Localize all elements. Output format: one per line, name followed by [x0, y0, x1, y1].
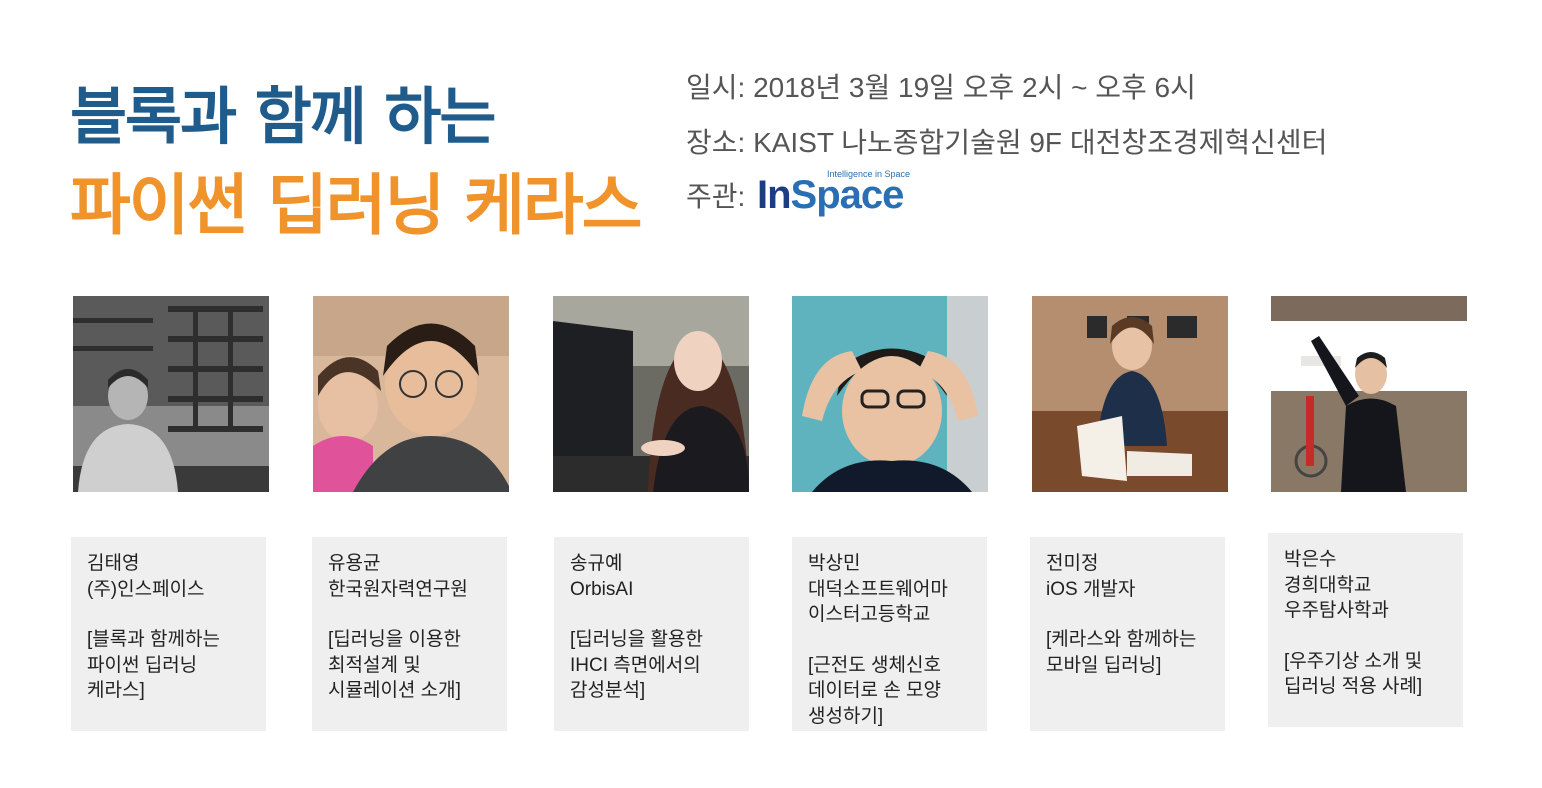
speaker-name: 박은수 — [1284, 549, 1337, 570]
speaker-name: 전미정 — [1046, 553, 1099, 574]
title-line-1: 블록과 함께 하는 — [70, 80, 496, 153]
speaker-talk-line: IHCI 측면에서의 — [570, 654, 701, 676]
speaker-card-3: 송규예 OrbisAI [딥러닝을 활용한 IHCI 측면에서의 감성분석] — [554, 537, 749, 731]
speaker-card-6: 박은수 경희대학교 우주탐사학과 [우주기상 소개 및 딥러닝 적용 사례] — [1268, 533, 1463, 727]
speaker-affiliation: 우주탐사학과 — [1284, 600, 1389, 621]
speaker-talk-line: 최적설계 및 — [328, 654, 421, 676]
speaker-name: 송규예 — [570, 553, 623, 574]
event-place: 장소: KAIST 나노종합기술원 9F 대전창조경제혁신센터 — [686, 127, 1328, 158]
inspace-logo: Intelligence in Space InSpace — [757, 168, 922, 220]
speaker-name: 박상민 — [808, 553, 861, 574]
logo-wordmark: InSpace — [757, 173, 904, 217]
speaker-talk-line: 생성하기] — [808, 705, 884, 727]
speaker-talk-line: [딥러닝을 활용한 — [570, 629, 703, 650]
speaker-photo-2 — [313, 296, 509, 492]
speaker-talk-line: [블록과 함께하는 — [87, 629, 220, 650]
speaker-card-4: 박상민 대덕소프트웨어마 이스터고등학교 [근전도 생체신호 데이터로 손 모양… — [792, 537, 987, 731]
speaker-card-2: 유용균 한국원자력연구원 [딥러닝을 이용한 최적설계 및 시뮬레이션 소개] — [312, 537, 507, 731]
speaker-affiliation: 대덕소프트웨어마 — [808, 578, 948, 600]
speaker-talk-line: [근전도 생체신호 — [808, 654, 941, 676]
speaker-talk-line: 데이터로 손 모양 — [808, 680, 941, 701]
speaker-talk-line: [딥러닝을 이용한 — [328, 629, 461, 650]
speaker-affiliation: 경희대학교 — [1284, 574, 1372, 596]
speaker-talk-line: 시뮬레이션 소개] — [328, 680, 461, 701]
speaker-talk-line: 딥러닝 적용 사례] — [1284, 676, 1423, 697]
speaker-photo-5 — [1032, 296, 1228, 492]
speaker-photo-1 — [73, 296, 269, 492]
speaker-affiliation: iOS 개발자 — [1046, 578, 1136, 600]
event-host-label: 주관: — [686, 181, 746, 212]
speaker-name: 김태영 — [87, 553, 140, 574]
speaker-affiliation: OrbisAI — [570, 578, 634, 600]
speaker-talk-line: [케라스와 함께하는 — [1046, 629, 1197, 650]
speaker-card-5: 전미정 iOS 개발자 [케라스와 함께하는 모바일 딥러닝] — [1030, 537, 1225, 731]
speaker-affiliation: (주)인스페이스 — [87, 578, 205, 600]
speaker-photo-4 — [792, 296, 988, 492]
speaker-affiliation: 한국원자력연구원 — [328, 578, 468, 600]
event-date: 일시: 2018년 3월 19일 오후 2시 ~ 오후 6시 — [686, 72, 1196, 103]
speaker-talk-line: [우주기상 소개 및 — [1284, 650, 1423, 672]
speaker-talk-line: 모바일 딥러닝] — [1046, 654, 1162, 676]
speaker-photo-6 — [1271, 296, 1467, 492]
speaker-talk-line: 케라스] — [87, 680, 145, 701]
speaker-affiliation: 이스터고등학교 — [808, 604, 931, 625]
speaker-talk-line: 감성분석] — [570, 680, 646, 701]
speaker-card-1: 김태영 (주)인스페이스 [블록과 함께하는 파이썬 딥러닝 케라스] — [71, 537, 266, 731]
title-line-2: 파이썬 딥러닝 케라스 — [70, 167, 642, 244]
speaker-name: 유용균 — [328, 553, 381, 574]
speaker-photo-3 — [553, 296, 749, 492]
speaker-talk-line: 파이썬 딥러닝 — [87, 654, 198, 676]
